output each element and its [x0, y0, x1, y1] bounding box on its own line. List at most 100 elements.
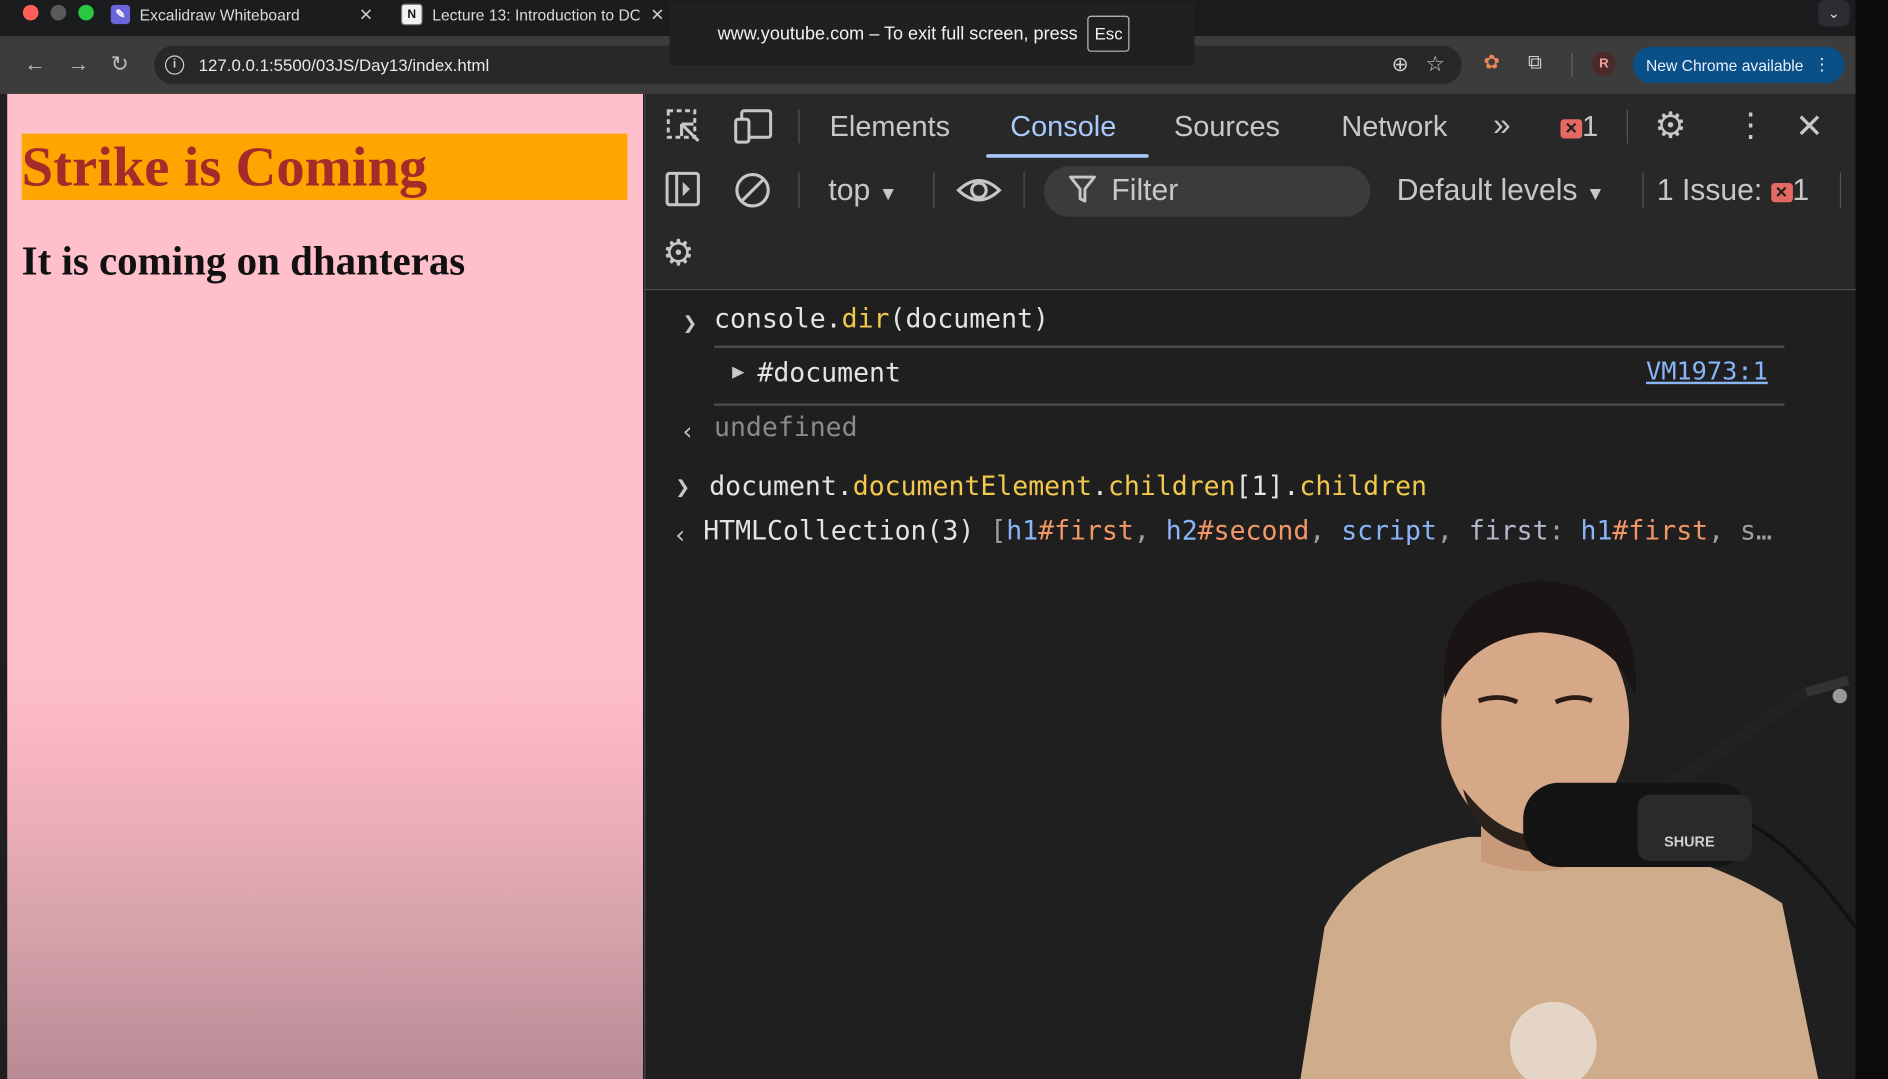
cmd-token: dir	[841, 304, 890, 335]
close-tab-icon[interactable]: ✕	[359, 4, 373, 24]
close-tab-icon[interactable]: ✕	[650, 4, 664, 24]
output-chevron-icon: ‹	[680, 416, 695, 446]
tab-search-chevron-icon[interactable]: ⌄	[1818, 0, 1850, 27]
tab-title: Excalidraw Whiteboard	[139, 5, 300, 24]
close-devtools-icon[interactable]: ✕	[1795, 106, 1823, 146]
collection-item: h1	[1006, 516, 1039, 547]
webcam-overlay: SHURE	[1276, 566, 1856, 1079]
console-toolbar: top ▼ Filter Default levels ▼ 1 Issue: ✕…	[645, 158, 1857, 291]
message-divider	[714, 345, 1785, 349]
collection-item: #first	[1038, 516, 1134, 547]
zoom-icon[interactable]: ⊕	[1392, 53, 1409, 77]
collection-item: #first	[1612, 516, 1709, 547]
cmd-token: document	[709, 472, 837, 503]
clear-console-icon[interactable]	[733, 171, 772, 216]
issue-error-icon: ✕	[1770, 183, 1793, 203]
tab-network[interactable]: Network	[1341, 111, 1447, 145]
page-viewport: Strike is Coming It is coming on dhanter…	[7, 93, 643, 1079]
toolbar-divider	[1839, 172, 1842, 209]
maximize-window-button[interactable]	[78, 4, 94, 21]
error-icon: ✕	[1560, 119, 1583, 139]
browser-tab-excalidraw[interactable]: ✎ Excalidraw Whiteboard ✕	[110, 0, 382, 29]
url-text[interactable]: 127.0.0.1:5500/03JS/Day13/index.html	[199, 55, 490, 74]
excalidraw-icon: ✎	[110, 4, 131, 25]
tab-divider	[1626, 109, 1628, 144]
output-chevron-icon: ‹	[673, 520, 688, 550]
tab-console[interactable]: Console	[1010, 111, 1116, 145]
page-heading-h2: It is coming on dhanteras	[21, 239, 466, 285]
toolbar-divider	[1023, 172, 1025, 209]
notion-icon: N	[400, 3, 423, 26]
filter-placeholder: Filter	[1111, 173, 1179, 208]
active-tab-indicator	[986, 154, 1149, 158]
issues-label: 1 Issue:	[1656, 173, 1763, 208]
tab-sources[interactable]: Sources	[1174, 111, 1280, 145]
error-count: 1	[1582, 110, 1599, 144]
cmd-token: children	[1299, 472, 1427, 503]
screen: ✎ Excalidraw Whiteboard ✕ N Lecture 13: …	[0, 0, 1888, 1079]
live-expression-eye-icon[interactable]	[956, 171, 1002, 216]
cmd-token: console	[714, 304, 826, 335]
toolbar-divider	[1571, 52, 1573, 78]
tab-divider	[798, 109, 800, 144]
context-selector[interactable]: top ▼	[828, 173, 897, 208]
presenter-video: SHURE	[1300, 580, 1856, 1079]
more-tabs-icon[interactable]: »	[1493, 106, 1510, 143]
site-info-icon[interactable]: i	[164, 55, 185, 75]
back-arrow-icon[interactable]: ←	[24, 52, 46, 76]
collection-key: first	[1468, 516, 1549, 547]
collection-item: h2	[1165, 516, 1198, 547]
video-letterbox	[1855, 0, 1888, 1079]
input-chevron-icon: ❯	[682, 308, 698, 338]
mic-brand-logo: SHURE	[1664, 835, 1715, 851]
toolbar-divider	[1642, 172, 1644, 209]
console-filter-input[interactable]: Filter	[1043, 166, 1371, 217]
more-options-icon[interactable]: ⋮	[1734, 105, 1768, 145]
error-counter[interactable]: ✕ 1	[1560, 110, 1599, 145]
console-undefined: undefined	[714, 413, 858, 444]
collection-item: #second	[1197, 516, 1310, 547]
settings-gear-icon[interactable]: ⚙	[1654, 105, 1686, 147]
collection-item: h1	[1580, 516, 1613, 547]
input-chevron-icon: ❯	[675, 472, 691, 501]
console-command-2[interactable]: document.documentElement.children[1].chi…	[709, 472, 1427, 502]
page-heading-h1: Strike is Coming	[21, 133, 628, 200]
minimize-window-button[interactable]	[50, 4, 67, 21]
browser-tab-lecture[interactable]: N Lecture 13: Introduction to DO ✕	[400, 0, 668, 29]
log-levels-dropdown[interactable]: Default levels ▼	[1397, 173, 1605, 208]
esc-key-hint: Esc	[1087, 15, 1130, 52]
expand-triangle-icon[interactable]: ▶	[732, 360, 744, 384]
tab-elements[interactable]: Elements	[830, 111, 950, 145]
cmd-token: documentElement	[852, 472, 1093, 503]
console-result-document[interactable]: #document	[757, 359, 901, 389]
inspect-element-icon[interactable]	[665, 107, 704, 152]
cmd-token: (document)	[889, 304, 1049, 335]
extension-cookie-icon[interactable]: ✿	[1483, 53, 1499, 75]
device-toolbar-icon[interactable]	[733, 107, 774, 152]
fullscreen-message: www.youtube.com – To exit full screen, p…	[717, 23, 1078, 44]
issues-button[interactable]: 1 Issue: ✕ 1	[1657, 173, 1809, 208]
console-settings-gear-icon[interactable]: ⚙	[662, 232, 694, 274]
context-value: top	[828, 173, 871, 208]
source-link[interactable]: VM1973:1	[1646, 356, 1768, 385]
fullscreen-exit-banner: www.youtube.com – To exit full screen, p…	[669, 2, 1195, 66]
dropdown-triangle-icon: ▼	[1585, 184, 1605, 205]
forward-arrow-icon[interactable]: →	[67, 52, 89, 76]
tab-title: Lecture 13: Introduction to DO	[432, 5, 640, 24]
new-chrome-available-button[interactable]: New Chrome available ⋮	[1632, 46, 1845, 84]
extensions-puzzle-icon[interactable]: ⧉	[1528, 53, 1542, 75]
cmd-token: [1]	[1235, 472, 1284, 503]
toolbar-divider	[933, 172, 935, 209]
collection-truncation: s…	[1740, 516, 1772, 547]
cmd-token: children	[1107, 472, 1236, 503]
more-vert-icon[interactable]: ⋮	[1813, 54, 1830, 74]
reload-icon[interactable]: ↻	[111, 52, 129, 76]
console-result-htmlcollection[interactable]: HTMLCollection(3) [h1#first, h2#second, …	[703, 517, 1772, 547]
profile-avatar[interactable]: R	[1591, 51, 1616, 76]
devtools-tab-bar: Elements Console Sources Network » ✕ 1 ⚙ …	[645, 93, 1857, 161]
collection-type: HTMLCollection(3)	[703, 516, 975, 547]
console-command-1[interactable]: console.dir(document)	[714, 305, 1049, 335]
sidebar-toggle-icon[interactable]	[665, 171, 701, 213]
close-window-button[interactable]	[22, 4, 39, 21]
bookmark-star-icon[interactable]: ☆	[1425, 52, 1444, 77]
